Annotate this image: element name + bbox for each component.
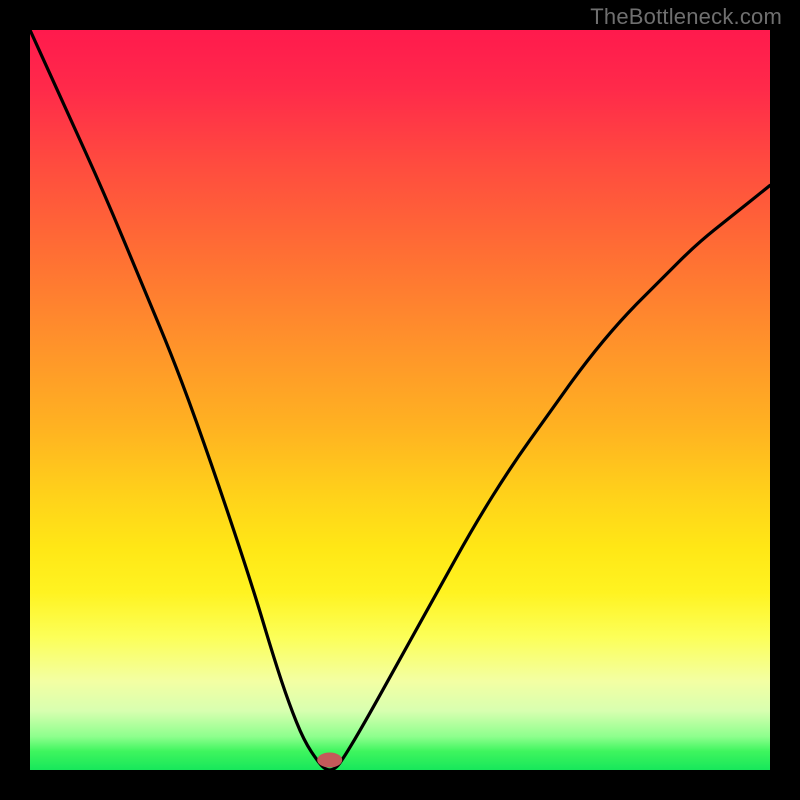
trough-marker: [318, 753, 342, 767]
plot-area: [30, 30, 770, 770]
chart-frame: TheBottleneck.com: [0, 0, 800, 800]
watermark-text: TheBottleneck.com: [590, 4, 782, 30]
curve-path: [30, 30, 770, 770]
bottleneck-curve: [30, 30, 770, 770]
